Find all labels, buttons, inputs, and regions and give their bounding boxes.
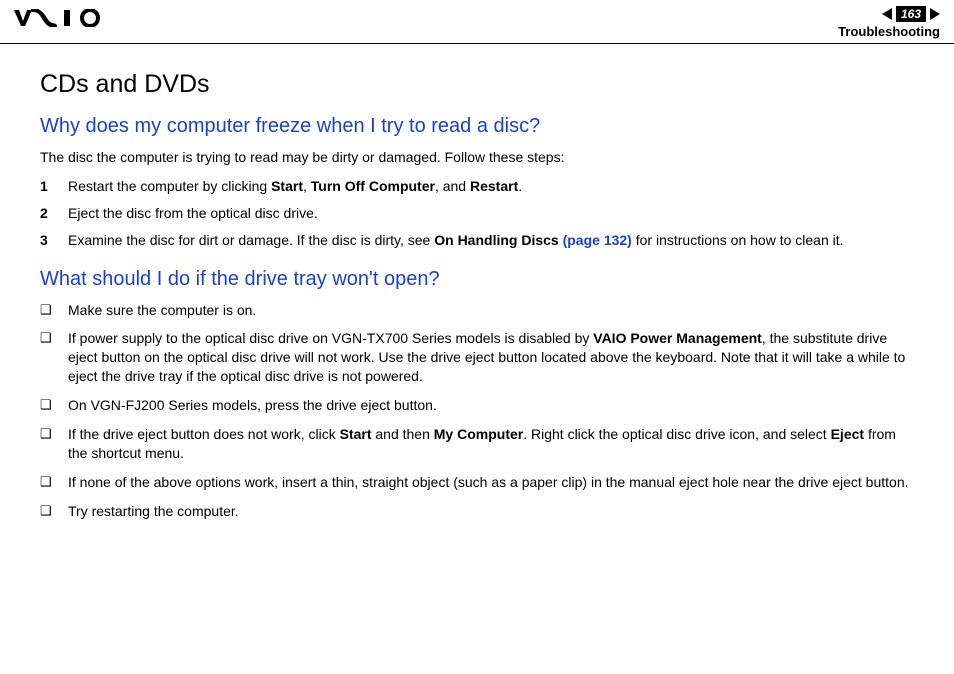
page-header: 163 Troubleshooting	[0, 0, 954, 44]
list-item: If none of the above options work, inser…	[40, 473, 914, 492]
page-number: 163	[896, 6, 926, 22]
vaio-logo	[14, 6, 106, 30]
question-heading-2: What should I do if the drive tray won't…	[40, 268, 914, 291]
list-item: If power supply to the optical disc driv…	[40, 329, 914, 386]
step-item: Restart the computer by clicking Start, …	[40, 177, 914, 196]
next-page-arrow[interactable]	[930, 8, 940, 20]
step-item: Examine the disc for dirt or damage. If …	[40, 231, 914, 250]
intro-text-1: The disc the computer is trying to read …	[40, 148, 914, 167]
page-nav: 163 Troubleshooting	[838, 6, 940, 39]
section-label: Troubleshooting	[838, 24, 940, 39]
list-item: If the drive eject button does not work,…	[40, 425, 914, 463]
list-item: Try restarting the computer.	[40, 502, 914, 521]
bullets-list: Make sure the computer is on. If power s…	[40, 301, 914, 521]
steps-list: Restart the computer by clicking Start, …	[40, 177, 914, 250]
page-link[interactable]: (page 132)	[563, 232, 632, 248]
list-item: Make sure the computer is on.	[40, 301, 914, 320]
question-heading-1: Why does my computer freeze when I try t…	[40, 115, 914, 138]
step-item: Eject the disc from the optical disc dri…	[40, 204, 914, 223]
list-item: On VGN-FJ200 Series models, press the dr…	[40, 396, 914, 415]
page-title: CDs and DVDs	[40, 70, 914, 99]
page-content: CDs and DVDs Why does my computer freeze…	[0, 44, 954, 551]
prev-page-arrow[interactable]	[882, 8, 892, 20]
